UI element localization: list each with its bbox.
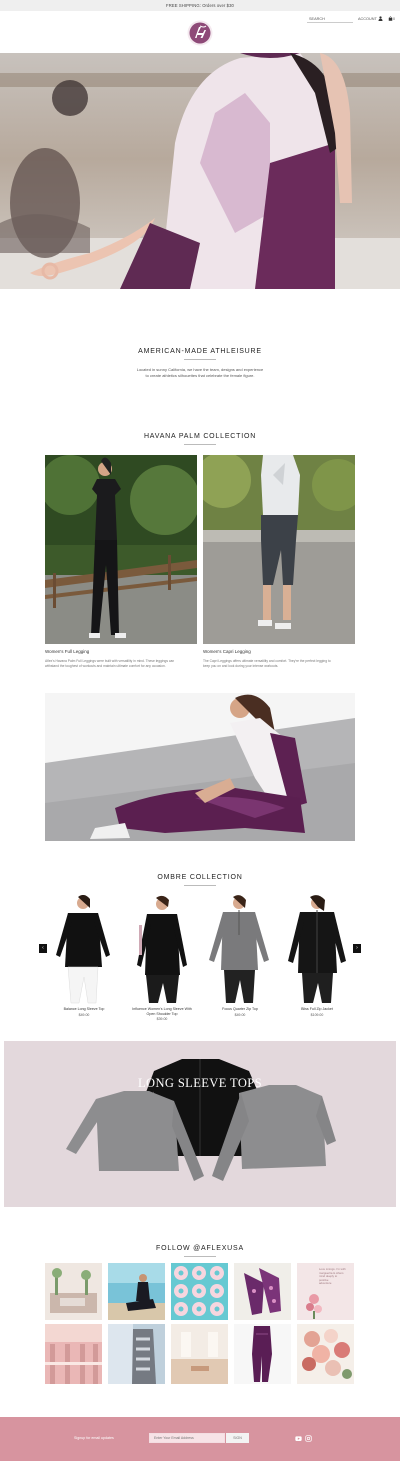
hero-image	[0, 53, 400, 289]
instagram-post[interactable]	[45, 1263, 102, 1320]
instagram-post[interactable]	[297, 1324, 354, 1384]
instagram-post[interactable]	[171, 1263, 228, 1320]
instagram-post[interactable]	[108, 1263, 165, 1320]
intro-text-line1: Located in sunny California, we have the…	[136, 367, 264, 372]
instagram-post[interactable]	[234, 1263, 291, 1320]
divider	[184, 885, 216, 886]
instagram-icon[interactable]	[305, 1435, 312, 1442]
product-desc-line2: withstand the toughest of workouts and m…	[45, 663, 166, 668]
long-sleeve-banner[interactable]	[4, 1041, 396, 1207]
product-card-image[interactable]	[282, 895, 353, 1005]
newsletter-label: Signup for email updates	[74, 1436, 114, 1440]
promo-bar: FREE SHIPPING: Orders over $30	[0, 0, 400, 11]
product-card-price: $49.00	[78, 1013, 90, 1017]
banner-title[interactable]: LONG SLEEVE TOPS	[0, 1076, 400, 1091]
divider	[184, 1256, 216, 1257]
product-card-title[interactable]: Focus Quarter Zip Top	[196, 1007, 284, 1011]
product-card-price: $109.00	[310, 1013, 324, 1017]
cart-count: 0	[393, 17, 395, 21]
instagram-post[interactable]	[45, 1324, 102, 1384]
product-image-full-legging[interactable]	[45, 455, 197, 644]
product-card-title[interactable]: Open Shoulder Top	[118, 1012, 206, 1016]
product-card-image[interactable]	[127, 895, 198, 1005]
instagram-post[interactable]	[234, 1324, 291, 1384]
instagram-title: FOLLOW @AFLEXUSA	[156, 1245, 244, 1252]
product-card-price: $39.00	[156, 1017, 168, 1021]
subscribe-button[interactable]: SIGN	[226, 1433, 249, 1443]
product-desc-line2: keep you on and look during your intense…	[203, 663, 279, 668]
search-input[interactable]: SEARCH	[307, 15, 353, 23]
aflex-logo[interactable]	[187, 20, 213, 46]
product-title[interactable]: Women's Full Legging	[45, 649, 89, 654]
divider	[184, 444, 216, 445]
youtube-icon[interactable]	[295, 1435, 302, 1442]
email-field[interactable]	[149, 1433, 225, 1443]
carousel-next-arrow[interactable]: ›	[353, 944, 361, 953]
quote-line: adventure	[319, 1281, 332, 1286]
divider	[184, 359, 216, 360]
product-card-title[interactable]: Balance Long Sleeve Top	[40, 1007, 128, 1011]
product-image-capri-legging[interactable]	[203, 455, 355, 644]
account-link[interactable]: ACCOUNT	[358, 15, 377, 23]
user-icon[interactable]	[378, 16, 383, 21]
lifestyle-image	[45, 693, 355, 841]
ombre-title: OMBRE COLLECTION	[157, 874, 243, 881]
havana-title: HAVANA PALM COLLECTION	[143, 433, 257, 440]
product-card-price: $49.00	[234, 1013, 246, 1017]
product-title[interactable]: Women's Capri Legging	[203, 649, 251, 654]
instagram-post[interactable]	[171, 1324, 228, 1384]
product-card-title[interactable]: Bliss Full Zip Jacket	[273, 1007, 361, 1011]
product-card-image[interactable]	[48, 895, 119, 1005]
intro-text-line2: to create athletics silhouettes that cel…	[145, 373, 255, 378]
instagram-post[interactable]	[108, 1324, 165, 1384]
carousel-prev-arrow[interactable]: ‹	[39, 944, 47, 953]
instagram-post[interactable]: Love Linings. I'm with marguerita & othe…	[297, 1263, 354, 1320]
product-card-image[interactable]	[204, 895, 275, 1005]
intro-title: AMERICAN-MADE ATHLEISURE	[138, 348, 262, 355]
